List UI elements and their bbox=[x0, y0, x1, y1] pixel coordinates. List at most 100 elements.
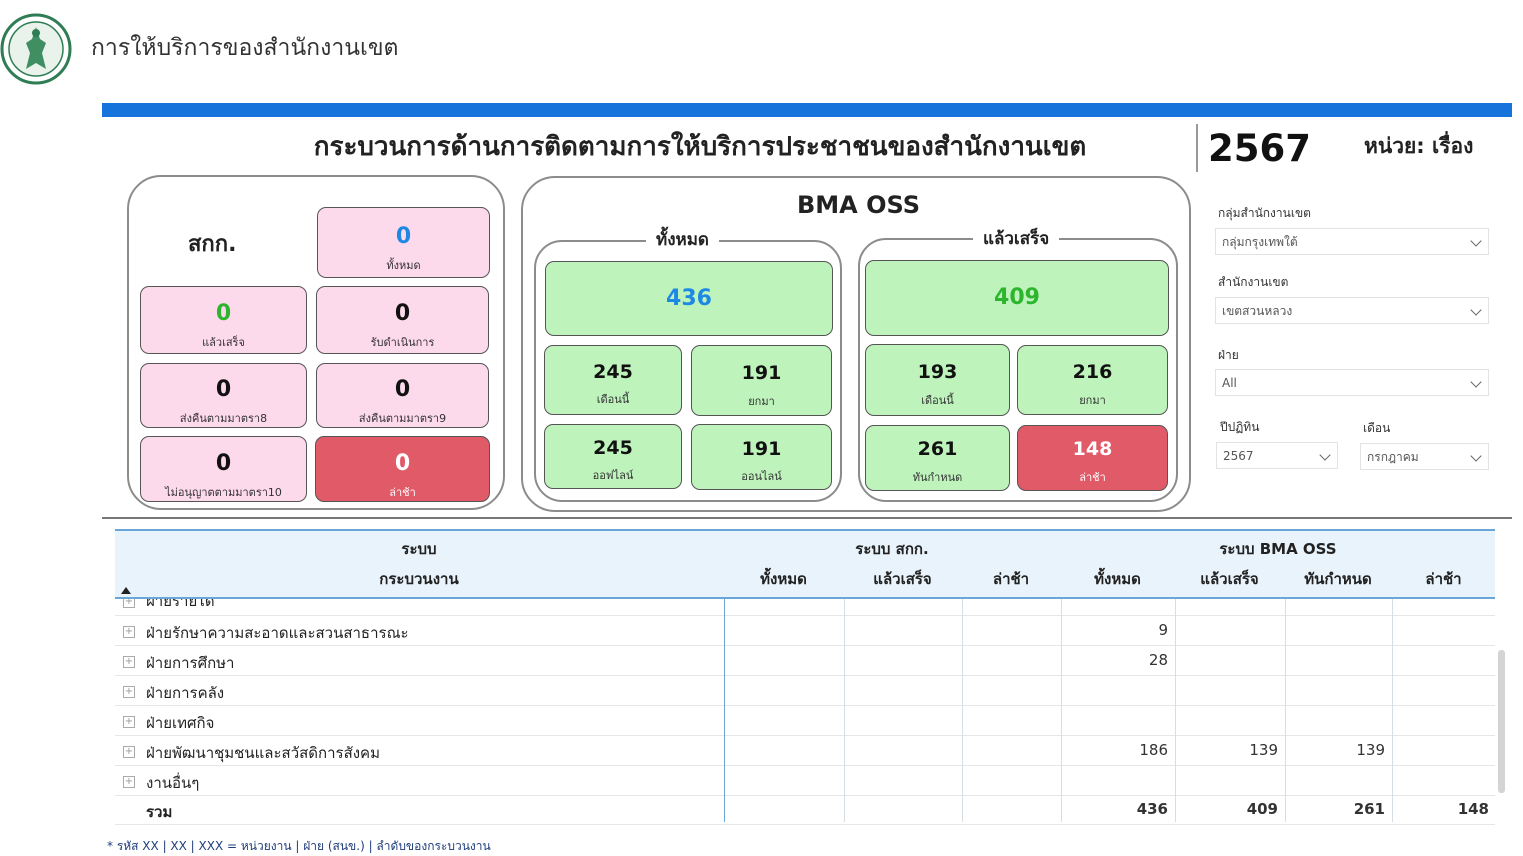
card-label: ส่งคืนตามมาตรา9 bbox=[358, 412, 447, 425]
skk-card-late[interactable]: 0 ล่าช้า bbox=[315, 436, 490, 502]
card-label: ล่าช้า bbox=[1079, 471, 1106, 484]
row-label: ฝ่ายรักษาความสะอาดและสวนสาธารณะ bbox=[146, 624, 409, 642]
skk-card-return-8[interactable]: 0 ส่งคืนตามมาตรา8 bbox=[140, 363, 307, 428]
chevron-down-icon bbox=[1470, 450, 1482, 462]
filter-division-value: All bbox=[1222, 376, 1237, 390]
card-label: ส่งคืนตามมาตรา8 bbox=[179, 412, 268, 425]
sort-up-icon[interactable] bbox=[121, 587, 131, 594]
oss-total-offline[interactable]: 245 ออฟไลน์ bbox=[544, 424, 682, 489]
chevron-down-icon bbox=[1470, 235, 1482, 247]
expand-plus-icon[interactable]: + bbox=[123, 746, 135, 758]
column-divider bbox=[724, 599, 725, 822]
col-process[interactable]: กระบวนงาน bbox=[115, 567, 723, 591]
card-value: 245 bbox=[593, 437, 633, 459]
accent-bar bbox=[102, 103, 1512, 117]
col-oss-ontime[interactable]: ทันกำหนด bbox=[1285, 567, 1391, 591]
expand-plus-icon[interactable]: + bbox=[123, 656, 135, 668]
col-oss-late[interactable]: ล่าช้า bbox=[1392, 567, 1495, 591]
oss-total-main-card[interactable]: 436 bbox=[545, 261, 833, 336]
title-divider bbox=[1196, 124, 1198, 172]
filter-year-label: ปีปฏิทิน bbox=[1220, 420, 1260, 434]
oss-done-this-month[interactable]: 193 เดือนนี้ bbox=[865, 344, 1010, 416]
card-label: ไม่อนุญาตตามมาตรา10 bbox=[165, 486, 282, 499]
oss-done-late[interactable]: 148 ล่าช้า bbox=[1017, 425, 1168, 491]
filter-month-value: กรกฎาคม bbox=[1367, 450, 1419, 464]
footnote: * รหัส XX | XX | XXX = หน่วยงาน | ฝ่าย (… bbox=[107, 839, 491, 853]
row-cell: 186 bbox=[1139, 741, 1168, 759]
row-cell: 436 bbox=[1136, 800, 1168, 818]
col-skk-done[interactable]: แล้วเสร็จ bbox=[844, 567, 961, 591]
table-row[interactable]: + ฝ่ายการคลัง bbox=[115, 675, 1495, 706]
page-title: กระบวนการด้านการติดตามการให้บริการประชาช… bbox=[313, 132, 1087, 162]
expand-plus-icon[interactable]: + bbox=[123, 776, 135, 788]
section-divider bbox=[102, 517, 1512, 519]
vertical-scrollbar[interactable] bbox=[1498, 650, 1505, 793]
column-divider bbox=[844, 599, 845, 822]
card-value: 191 bbox=[741, 362, 782, 384]
oss-done-title: แล้วเสร็จ bbox=[973, 225, 1060, 252]
filter-year-select[interactable]: 2567 bbox=[1216, 442, 1338, 469]
card-label: ล่าช้า bbox=[389, 486, 416, 499]
row-label: ฝ่ายการศึกษา bbox=[146, 654, 235, 672]
skk-card-return-9[interactable]: 0 ส่งคืนตามมาตรา9 bbox=[316, 363, 489, 428]
row-cell: 139 bbox=[1356, 741, 1385, 759]
app-title: การให้บริการของสำนักงานเขต bbox=[91, 35, 399, 61]
table-total-row[interactable]: รวม 436 409 261 148 bbox=[115, 794, 1495, 825]
filter-year-value: 2567 bbox=[1223, 449, 1254, 463]
skk-title: สกก. bbox=[188, 232, 237, 257]
col-oss-done[interactable]: แล้วเสร็จ bbox=[1175, 567, 1284, 591]
filter-month-select[interactable]: กรกฎาคม bbox=[1360, 443, 1489, 470]
filter-district-value: เขตสวนหลวง bbox=[1222, 304, 1293, 318]
expand-plus-icon[interactable]: + bbox=[123, 716, 135, 728]
column-divider bbox=[1061, 599, 1062, 822]
skk-card-denied-10[interactable]: 0 ไม่อนุญาตตามมาตรา10 bbox=[140, 436, 307, 502]
row-cell: 148 bbox=[1457, 800, 1489, 818]
card-label: ยกมา bbox=[748, 395, 775, 408]
oss-done-main-card[interactable]: 409 bbox=[865, 260, 1169, 336]
column-divider bbox=[1285, 599, 1286, 822]
row-label: ฝ่ายเทศกิจ bbox=[146, 714, 215, 732]
card-value: 0 bbox=[215, 451, 232, 476]
header-system: ระบบ bbox=[401, 540, 437, 558]
oss-total-online[interactable]: 191 ออนไลน์ bbox=[691, 424, 832, 490]
card-value: 0 bbox=[215, 377, 232, 402]
filter-group-value: กลุ่มกรุงเทพใต้ bbox=[1222, 235, 1298, 249]
chevron-down-icon bbox=[1319, 449, 1331, 461]
table-row[interactable]: + ฝ่ายพัฒนาชุมชนและสวัสดิการสังคม 186 139 13… bbox=[115, 735, 1495, 766]
column-divider bbox=[1392, 599, 1393, 822]
oss-done-on-time[interactable]: 261 ทันกำหนด bbox=[865, 425, 1010, 491]
expand-plus-icon[interactable]: + bbox=[123, 686, 135, 698]
skk-card-in-progress[interactable]: 0 รับดำเนินการ bbox=[316, 286, 489, 354]
card-value: 261 bbox=[917, 438, 958, 460]
card-value: 193 bbox=[917, 361, 958, 383]
oss-total-title: ทั้งหมด bbox=[646, 226, 719, 253]
table-row[interactable]: + งานอื่นๆ bbox=[115, 765, 1495, 796]
filter-district-select[interactable]: เขตสวนหลวง bbox=[1215, 297, 1489, 324]
col-skk-total[interactable]: ทั้งหมด bbox=[724, 567, 843, 591]
oss-total-carried[interactable]: 191 ยกมา bbox=[691, 345, 832, 416]
card-label: แล้วเสร็จ bbox=[202, 336, 245, 349]
card-value: 0 bbox=[394, 451, 411, 476]
chevron-down-icon bbox=[1470, 304, 1482, 316]
skk-card-total[interactable]: 0 ทั้งหมด bbox=[317, 207, 490, 278]
table-row[interactable]: + ฝ่ายเทศกิจ bbox=[115, 705, 1495, 736]
card-value: 191 bbox=[741, 438, 782, 460]
oss-done-carried[interactable]: 216 ยกมา bbox=[1017, 345, 1168, 415]
skk-card-done[interactable]: 0 แล้วเสร็จ bbox=[140, 286, 307, 354]
oss-total-this-month[interactable]: 245 เดือนนี้ bbox=[544, 345, 682, 415]
col-skk-late[interactable]: ล่าช้า bbox=[962, 567, 1060, 591]
col-oss-total[interactable]: ทั้งหมด bbox=[1061, 567, 1174, 591]
filter-group-label: กลุ่มสำนักงานเขต bbox=[1218, 206, 1311, 220]
row-label: ฝ่ายการคลัง bbox=[146, 684, 225, 702]
row-cell: 139 bbox=[1249, 741, 1278, 759]
filter-division-select[interactable]: All bbox=[1215, 369, 1489, 396]
table-row[interactable]: + ฝ่ายการศึกษา 28 bbox=[115, 645, 1495, 676]
card-value: 0 bbox=[394, 301, 411, 326]
expand-plus-icon[interactable]: + bbox=[123, 626, 135, 638]
header-skk: ระบบ สกก. bbox=[855, 540, 929, 558]
bma-logo-icon bbox=[0, 13, 72, 85]
table-row[interactable]: + ฝ่ายรักษาความสะอาดและสวนสาธารณะ 9 bbox=[115, 615, 1495, 646]
filter-group-select[interactable]: กลุ่มกรุงเทพใต้ bbox=[1215, 228, 1489, 255]
oss-title: BMA OSS bbox=[797, 191, 920, 219]
row-cell: 409 bbox=[1246, 800, 1278, 818]
